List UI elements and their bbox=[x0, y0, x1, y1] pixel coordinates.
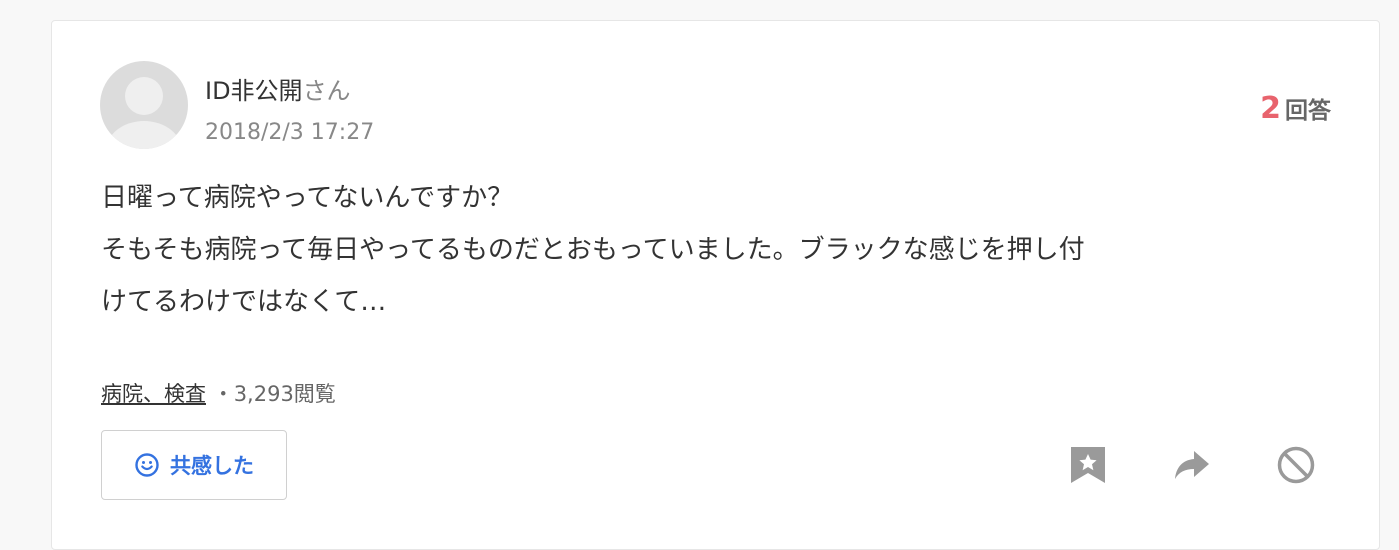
empathy-button[interactable]: 共感した bbox=[101, 430, 287, 500]
meta-separator: ・ bbox=[212, 382, 234, 406]
empathy-label: 共感した bbox=[170, 454, 254, 478]
share-arrow-icon[interactable] bbox=[1172, 445, 1212, 485]
question-body: 日曜って病院やってないんですか？ そもそも病院って毎日やってるものだとおもってい… bbox=[101, 172, 1341, 328]
avatar[interactable] bbox=[100, 61, 188, 149]
category-tags-link[interactable]: 病院、検査 bbox=[101, 382, 206, 406]
question-card: ID非公開さん 2018/2/3 17:27 2 回答 日曜って病院やってないん… bbox=[51, 20, 1380, 550]
prohibited-icon[interactable] bbox=[1276, 445, 1316, 485]
answer-count: 2 bbox=[1260, 91, 1281, 126]
answer-count-label: 回答 bbox=[1285, 98, 1331, 124]
question-line: 日曜って病院やってないんですか？ bbox=[101, 183, 514, 213]
answer-count-link[interactable]: 2 回答 bbox=[1260, 91, 1331, 126]
smiley-icon bbox=[135, 453, 159, 477]
question-line: けてるわけではなくて… bbox=[101, 287, 387, 317]
timestamp: 2018/2/3 17:27 bbox=[205, 120, 375, 145]
bookmark-star-icon[interactable] bbox=[1068, 445, 1108, 485]
question-meta: 病院、検査 ・3,293閲覧 bbox=[101, 378, 336, 408]
question-line: そもそも病院って毎日やってるものだとおもっていました。ブラックな感じを押し付 bbox=[101, 235, 1085, 265]
username[interactable]: ID非公開さん bbox=[205, 71, 351, 106]
username-suffix: さん bbox=[302, 77, 351, 105]
view-count: 3,293閲覧 bbox=[233, 382, 336, 406]
avatar-body bbox=[106, 121, 182, 149]
avatar-head bbox=[125, 77, 163, 115]
username-text: ID非公開 bbox=[205, 77, 303, 105]
